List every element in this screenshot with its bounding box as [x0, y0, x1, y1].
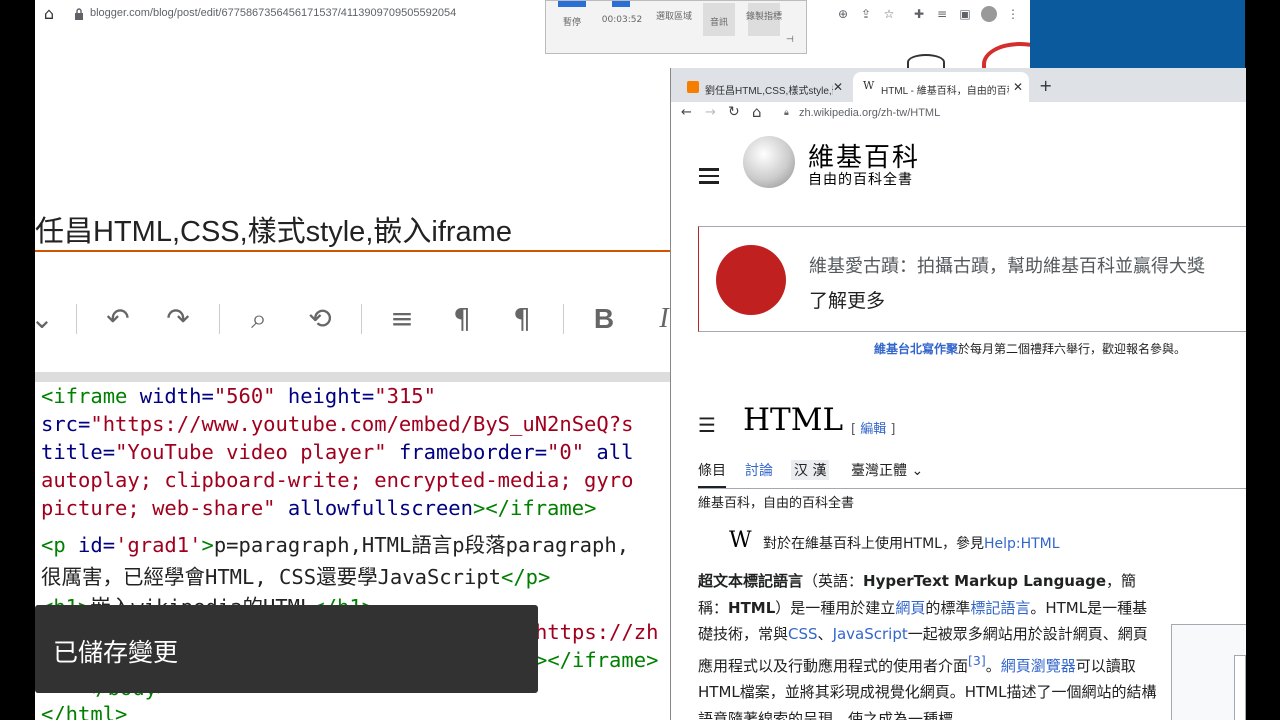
blogger-icon: [687, 81, 699, 93]
address-toolbar: ← → ↻ ⌂ 🔒︎: [671, 102, 1246, 124]
toc-icon[interactable]: ☰: [698, 413, 720, 437]
stop-icon[interactable]: [612, 1, 630, 7]
learn-more-link[interactable]: 了解更多: [809, 286, 885, 313]
toolbar-separator: [563, 304, 564, 334]
link-javascript[interactable]: JavaScript: [833, 625, 908, 643]
right-black-margin: [1245, 0, 1280, 720]
wikipedia-w-icon: W: [729, 528, 752, 553]
edit-link[interactable]: [ 編輯 ]: [851, 418, 895, 437]
lock-icon: [75, 8, 83, 20]
editor-toolbar: ⌄ ↶ ↷ ⌕ ⟲ ≡ ¶ ¶ B I: [35, 290, 675, 350]
code-line: src="https://www.youtube.com/embed/ByS_u…: [41, 412, 634, 436]
saved-toast: 已儲存變更: [35, 605, 538, 693]
desktop-background: [1030, 0, 1245, 68]
recorder-pointer[interactable]: 錄製指標: [742, 9, 786, 22]
home-icon[interactable]: ⌂: [752, 103, 762, 121]
tab-blogger[interactable]: 劉任昌HTML,CSS,樣式style,嵌入✕: [677, 72, 849, 102]
pause-icon[interactable]: [558, 1, 586, 7]
star-icon[interactable]: ☆: [881, 6, 897, 22]
profile-avatar[interactable]: [981, 6, 997, 22]
rtl-paragraph-icon[interactable]: ¶: [505, 302, 539, 336]
link-webpage[interactable]: 網頁: [895, 599, 925, 617]
link-markup-language[interactable]: 標記語言: [970, 599, 1030, 617]
wiki-loves-monuments-logo: [716, 245, 786, 315]
recorder-region[interactable]: 選取區域: [652, 9, 696, 22]
reload-icon[interactable]: ↻: [728, 104, 740, 120]
hatnote: 對於在維基百科上使用HTML，參見Help:HTML: [763, 536, 1060, 552]
site-tagline: 自由的百科全書: [808, 172, 913, 188]
notice-link[interactable]: 維基台北寫作聚: [874, 342, 958, 356]
page-tabs: 條目 討論 汉 漢 臺灣正體 ⌄: [698, 458, 1246, 489]
code-line: <iframe width="560" height="315": [41, 384, 436, 408]
address-bar[interactable]: zh.wikipedia.org/zh-tw/HTML: [799, 107, 940, 119]
code-line: https://zh: [535, 620, 659, 644]
tab-wikipedia[interactable]: W HTML - 維基百科，自由的百科全書✕: [853, 72, 1029, 102]
align-icon[interactable]: ≡: [385, 302, 419, 336]
menu-kebab-icon[interactable]: ⋮: [1005, 6, 1021, 22]
left-black-margin: [0, 0, 35, 720]
recorder-pause[interactable]: 暫停: [549, 15, 595, 28]
infobox: [1171, 624, 1246, 720]
home-icon[interactable]: ⌂: [40, 4, 58, 24]
browser-toolbar: ⌂ blogger.com/blog/post/edit/67758673564…: [35, 0, 1030, 30]
wikipedia-icon: W: [863, 79, 875, 92]
code-line: 很厲害，已經學會HTML, CSS還要學JavaScript</p>: [41, 565, 551, 589]
toolbar-separator: [76, 304, 77, 334]
page-title: HTML: [743, 402, 844, 438]
post-title[interactable]: 任昌HTML,CSS,樣式style,嵌入iframe: [35, 208, 512, 250]
tab-article[interactable]: 條目: [698, 460, 726, 488]
back-icon[interactable]: ←: [681, 105, 692, 120]
wikipedia-window: 劉任昌HTML,CSS,樣式style,嵌入✕ W HTML - 維基百科，自由…: [670, 68, 1246, 720]
close-icon[interactable]: ✕: [833, 80, 843, 94]
code-line: title="YouTube video player" frameborder…: [41, 440, 634, 464]
dropdown-icon[interactable]: ⌄: [35, 302, 59, 336]
new-tab-icon[interactable]: +: [1039, 76, 1052, 95]
screen-recorder-widget: 暫停 00:03:52 選取區域 音訊 錄製指標 ⊣: [545, 0, 807, 54]
recorder-time: 00:03:52: [601, 15, 643, 25]
hamburger-menu-icon[interactable]: [699, 164, 723, 184]
toast-text: 已儲存變更: [53, 638, 179, 667]
code-line: ></iframe>: [535, 648, 659, 672]
zoom-icon[interactable]: ⊕: [835, 6, 851, 22]
infobox-code-sample: [1234, 655, 1246, 720]
forward-icon[interactable]: →: [705, 105, 716, 120]
help-html-link[interactable]: Help:HTML: [984, 536, 1060, 552]
share-icon[interactable]: ⇪: [858, 6, 874, 22]
tab-variant[interactable]: 汉 漢: [791, 460, 830, 480]
pin-icon[interactable]: ⊣: [786, 35, 794, 45]
campaign-banner[interactable]: 維基愛古蹟：拍攝古蹟，幫助維基百科並贏得大獎 了解更多: [698, 226, 1246, 332]
code-line: <p id='grad1'>p=paragraph,HTML語言p段落parag…: [41, 533, 630, 557]
link-browser[interactable]: 網頁瀏覽器: [1001, 657, 1076, 675]
redo-icon[interactable]: ↷: [161, 302, 195, 336]
address-bar[interactable]: blogger.com/blog/post/edit/6775867356456…: [90, 7, 456, 19]
language-variant-dropdown[interactable]: 臺灣正體 ⌄: [851, 460, 923, 480]
recorder-audio[interactable]: 音訊: [696, 15, 742, 28]
link-css[interactable]: CSS: [788, 625, 818, 643]
media-icon[interactable]: ≡: [934, 6, 950, 22]
title-underline: [35, 250, 675, 252]
code-line: </html>: [41, 702, 128, 720]
lock-icon: 🔒︎: [784, 108, 789, 118]
sidepanel-icon[interactable]: ▣: [957, 6, 973, 22]
close-icon[interactable]: ✕: [1013, 80, 1023, 94]
banner-text: 維基愛古蹟：拍攝古蹟，幫助維基百科並贏得大獎: [809, 256, 1205, 277]
tab-bar: 劉任昌HTML,CSS,樣式style,嵌入✕ W HTML - 維基百科，自由…: [671, 68, 1246, 102]
article-lead-paragraph: 超文本標記語言（英語：HyperText Markup Language，簡稱：…: [698, 572, 1157, 720]
tab-talk[interactable]: 討論: [745, 460, 773, 480]
toolbar-separator: [219, 304, 220, 334]
citation-link[interactable]: [3]: [968, 653, 986, 668]
ltr-paragraph-icon[interactable]: ¶: [445, 302, 479, 336]
toolbar-separator: [361, 304, 362, 334]
wikipedia-logo[interactable]: [743, 136, 795, 188]
site-notice: 維基台北寫作聚於每月第二個禮拜六舉行，歡迎報名參與。: [874, 342, 1187, 356]
horizontal-scrollbar[interactable]: [35, 372, 675, 382]
extensions-icon[interactable]: ✚: [911, 6, 927, 22]
search-icon[interactable]: ⌕: [242, 302, 276, 336]
code-line: picture; web-share" allowfullscreen></if…: [41, 496, 597, 520]
bold-icon[interactable]: B: [587, 302, 621, 336]
from-wikipedia: 維基百科，自由的百科全書: [698, 496, 855, 511]
undo-icon[interactable]: ↶: [101, 302, 135, 336]
replace-icon[interactable]: ⟲: [303, 302, 337, 336]
code-line: autoplay; clipboard-write; encrypted-med…: [41, 468, 634, 492]
